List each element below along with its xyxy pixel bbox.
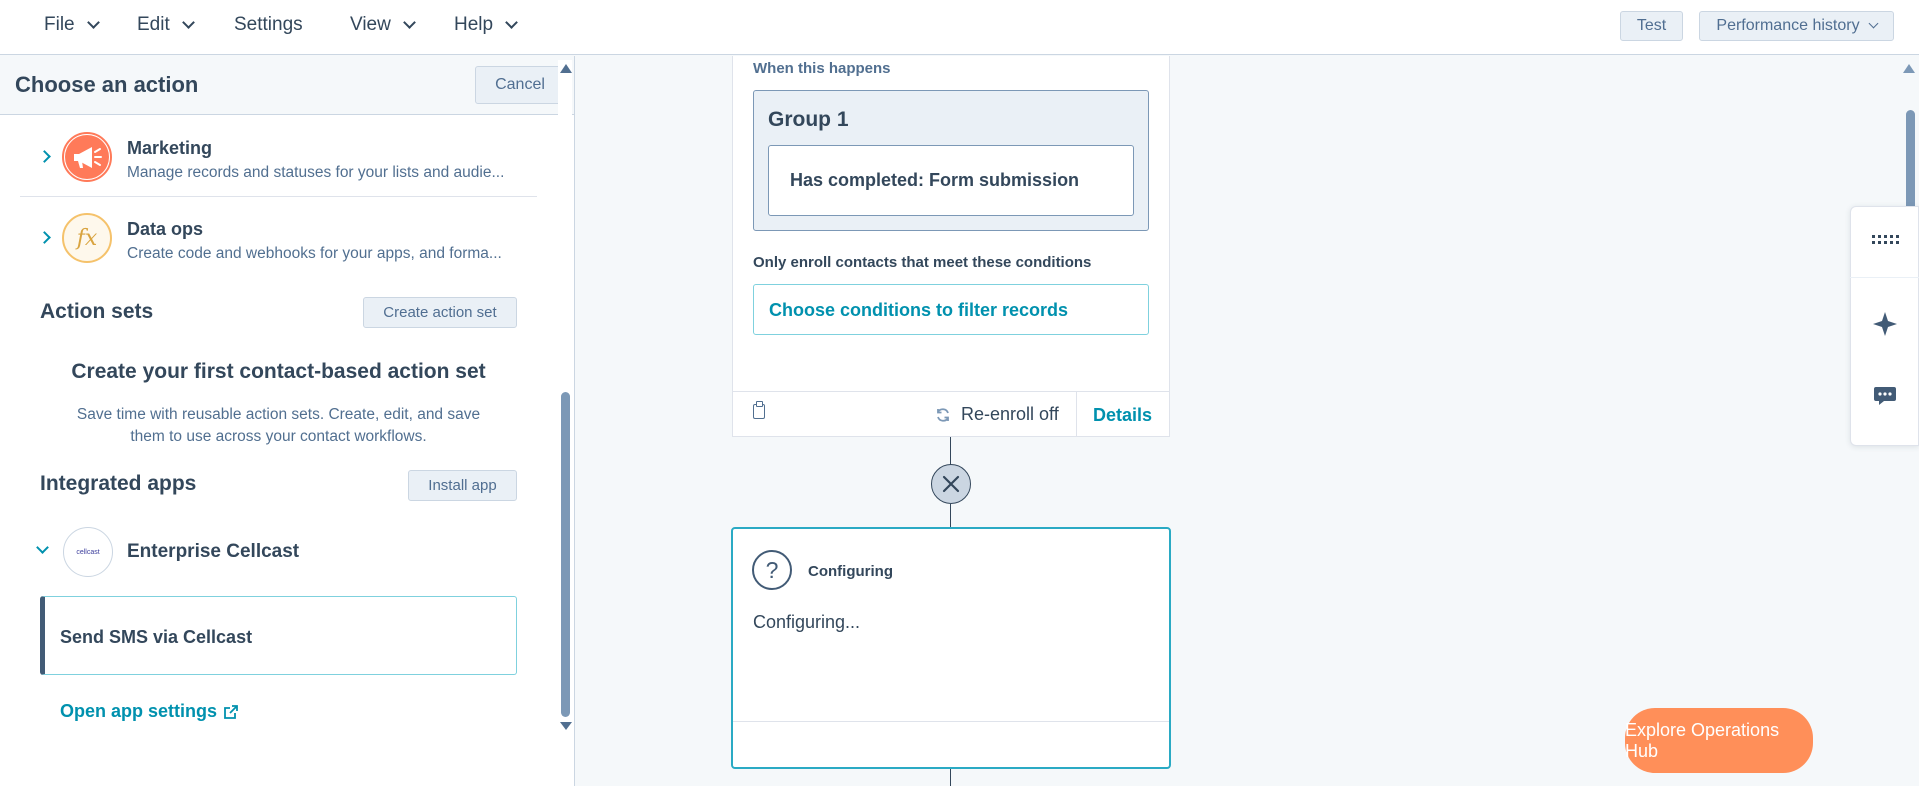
category-description: Manage records and statuses for your lis… xyxy=(127,164,505,181)
cellcast-logo: cellcast xyxy=(63,527,113,577)
chevron-down-icon xyxy=(86,15,100,29)
megaphone-icon xyxy=(62,132,112,182)
create-action-set-button[interactable]: Create action set xyxy=(363,297,517,328)
open-app-settings-link[interactable]: Open app settings xyxy=(60,701,239,722)
app-name: Enterprise Cellcast xyxy=(127,541,300,562)
connector-line xyxy=(950,437,951,465)
integrated-apps-heading: Integrated apps xyxy=(40,472,197,495)
chevron-down-icon xyxy=(181,15,195,29)
refresh-icon xyxy=(935,407,951,423)
scroll-down-arrow-icon[interactable] xyxy=(560,722,572,730)
function-icon: fx xyxy=(62,213,112,263)
details-button[interactable]: Details xyxy=(1093,405,1152,426)
canvas-scroll-up-icon[interactable] xyxy=(1903,64,1915,73)
chevron-down-icon xyxy=(1868,18,1879,29)
menu-file[interactable]: File xyxy=(44,0,100,50)
panel-header: Choose an action Cancel xyxy=(0,56,574,115)
toolbar-divider xyxy=(1850,277,1919,278)
panel-title: Choose an action xyxy=(15,72,199,97)
sparkle-icon[interactable] xyxy=(1850,294,1919,354)
connector-line xyxy=(950,769,951,786)
action-sets-empty-title: Create your first contact-based action s… xyxy=(71,360,486,383)
top-menu-bar: File Edit Settings View Help Test Perfor… xyxy=(0,0,1919,55)
configuring-title: Configuring xyxy=(808,563,893,580)
cellcast-logo-text: cellcast xyxy=(76,548,100,556)
test-button[interactable]: Test xyxy=(1620,11,1683,41)
install-app-button[interactable]: Install app xyxy=(408,470,517,501)
menu-edit[interactable]: Edit xyxy=(137,0,195,50)
configuring-card-footer xyxy=(733,721,1169,722)
enroll-conditions-label: Only enroll contacts that meet these con… xyxy=(753,254,1092,271)
explore-operations-hub-label: Explore Operations Hub xyxy=(1625,719,1780,761)
footer-divider xyxy=(1076,392,1077,437)
menu-file-label: File xyxy=(44,14,75,35)
create-action-set-label: Create action set xyxy=(383,304,497,321)
test-button-label: Test xyxy=(1636,17,1667,34)
group-title: Group 1 xyxy=(768,108,849,131)
explore-operations-hub-button[interactable]: Explore Operations Hub xyxy=(1625,708,1813,773)
category-data-ops[interactable]: fx Data ops Create code and webhooks for… xyxy=(20,201,537,281)
close-icon xyxy=(941,474,961,494)
install-app-label: Install app xyxy=(428,477,497,494)
open-app-settings-label: Open app settings xyxy=(60,701,218,721)
action-sets-heading: Action sets xyxy=(40,300,154,323)
cancel-button[interactable]: Cancel xyxy=(475,66,565,104)
configuring-action-card[interactable] xyxy=(731,527,1171,769)
reenroll-toggle[interactable]: Re-enroll off xyxy=(935,404,1059,425)
menu-help-label: Help xyxy=(454,14,494,35)
send-sms-action-label: Send SMS via Cellcast xyxy=(60,627,253,647)
performance-history-button[interactable]: Performance history xyxy=(1699,11,1894,41)
category-marketing[interactable]: Marketing Manage records and statuses fo… xyxy=(20,120,537,200)
panel-scroll-thumb[interactable] xyxy=(561,392,570,717)
connector-line xyxy=(950,504,951,528)
category-description: Create code and webhooks for your apps, … xyxy=(127,245,502,262)
menu-view-label: View xyxy=(350,14,391,35)
question-icon: ? xyxy=(752,550,792,590)
scroll-up-arrow-icon[interactable] xyxy=(560,64,572,73)
menu-help[interactable]: Help xyxy=(454,0,518,50)
menu-view[interactable]: View xyxy=(350,0,416,50)
trigger-condition-text: Has completed: Form submission xyxy=(790,170,1080,190)
chevron-right-icon[interactable] xyxy=(38,150,51,163)
choose-conditions-label: Choose conditions to filter records xyxy=(769,300,1069,320)
chevron-down-icon xyxy=(505,15,518,29)
category-title: Marketing xyxy=(127,138,213,158)
category-title: Data ops xyxy=(127,219,204,239)
external-link-icon xyxy=(223,704,239,720)
cancel-button-label: Cancel xyxy=(495,76,545,93)
trigger-when-label: When this happens xyxy=(753,60,891,77)
configuring-body: Configuring... xyxy=(753,612,861,632)
chevron-right-icon[interactable] xyxy=(38,231,51,244)
chevron-down-icon xyxy=(402,15,416,29)
divider xyxy=(20,196,537,197)
reenroll-label: Re-enroll off xyxy=(961,404,1059,424)
apps-grid-icon[interactable] xyxy=(1850,210,1919,270)
menu-settings[interactable]: Settings xyxy=(234,0,303,50)
menu-edit-label: Edit xyxy=(137,14,170,35)
remove-action-button[interactable] xyxy=(931,464,971,504)
action-sets-empty-description: Save time with reusable action sets. Cre… xyxy=(76,406,481,445)
performance-history-label: Performance history xyxy=(1716,17,1860,34)
menu-settings-label: Settings xyxy=(234,14,303,35)
clipboard-icon[interactable] xyxy=(753,401,765,419)
chat-icon[interactable] xyxy=(1850,366,1919,426)
